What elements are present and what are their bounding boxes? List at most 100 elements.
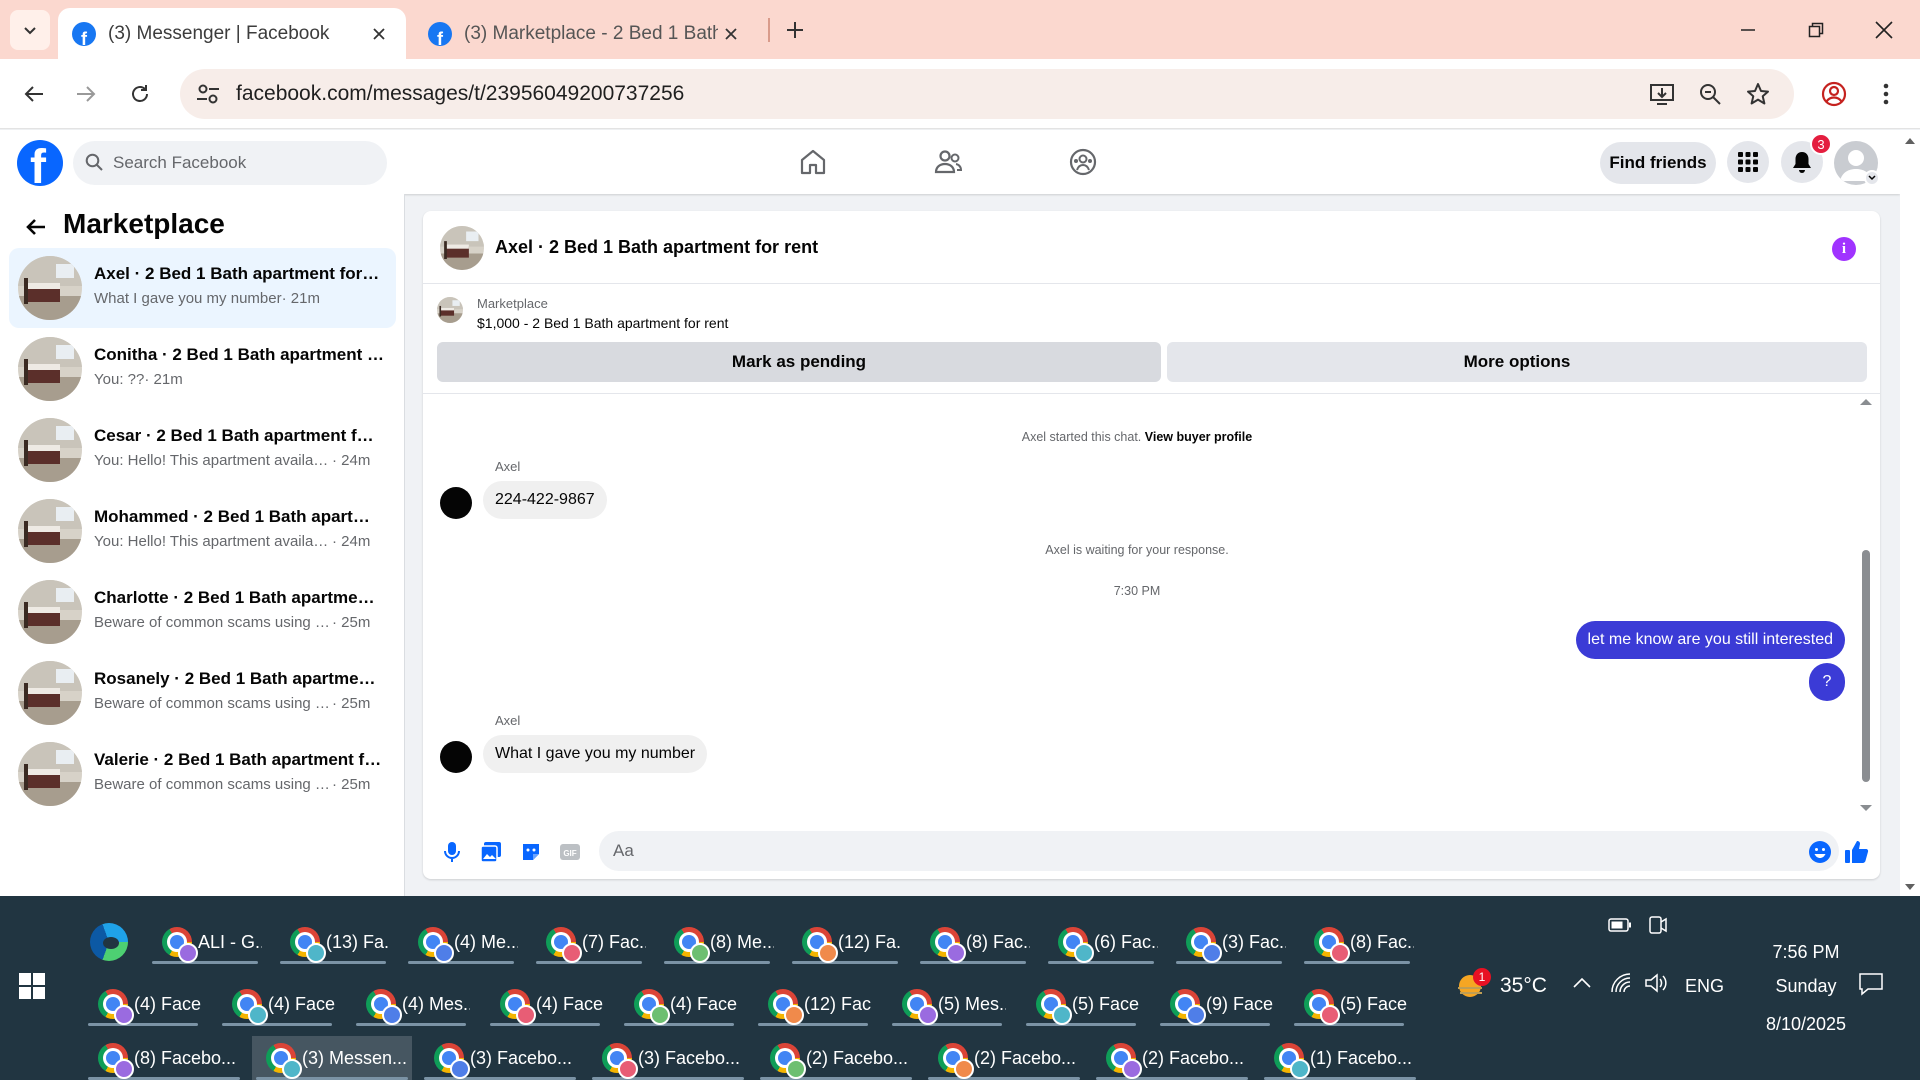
listing-small-thumbnail[interactable] — [437, 297, 463, 323]
close-tab-icon[interactable] — [718, 21, 744, 47]
info-icon[interactable]: i — [1832, 237, 1856, 261]
taskbar-chrome-window[interactable]: (5) Face... — [1290, 982, 1408, 1026]
taskbar-chrome-window[interactable]: (3) Fac... — [1172, 920, 1286, 964]
facebook-logo[interactable]: f — [17, 140, 63, 186]
conversation-item[interactable]: Rosanely · 2 Bed 1 Bath apartment for re… — [9, 653, 396, 733]
taskbar-chrome-window[interactable]: (7) Fac... — [532, 920, 646, 964]
conversation-item[interactable]: Mohammed · 2 Bed 1 Bath apartment for re… — [9, 491, 396, 571]
browser-menu-button[interactable] — [1866, 74, 1906, 114]
clock-date[interactable]: 8/10/2025 — [1736, 1014, 1876, 1035]
find-friends-button[interactable]: Find friends — [1600, 142, 1716, 184]
page-scrollbar[interactable] — [1900, 130, 1920, 896]
incoming-message[interactable]: 224-422-9867 — [483, 481, 607, 519]
like-thumb-icon[interactable] — [1844, 839, 1870, 865]
taskbar-chrome-window[interactable]: (4) Face... — [620, 982, 738, 1026]
forward-button[interactable] — [66, 74, 106, 114]
install-app-icon[interactable] — [1642, 74, 1682, 114]
taskbar-edge[interactable] — [84, 920, 134, 964]
taskbar-chrome-window[interactable]: (3) Facebo... — [420, 1036, 580, 1080]
taskbar-chrome-window[interactable]: (5) Face... — [1022, 982, 1140, 1026]
reload-button[interactable] — [120, 74, 160, 114]
taskbar-chrome-window[interactable]: (4) Face... — [486, 982, 604, 1026]
conversation-item[interactable]: Cesar · 2 Bed 1 Bath apartment for rent Y… — [9, 410, 396, 490]
conversation-item[interactable]: Axel · 2 Bed 1 Bath apartment for rent Wh… — [9, 248, 396, 328]
bookmark-star-icon[interactable] — [1738, 74, 1778, 114]
gif-icon[interactable]: GIF — [557, 839, 583, 865]
groups-nav-button[interactable] — [1061, 140, 1105, 184]
language-indicator[interactable]: ENG — [1685, 976, 1724, 997]
address-bar[interactable]: facebook.com/messages/t/2395604920073725… — [180, 69, 1794, 119]
photo-attach-icon[interactable] — [478, 839, 504, 865]
chrome-profile-button[interactable] — [1814, 74, 1854, 114]
taskbar-chrome-window[interactable]: (13) Fa... — [276, 920, 390, 964]
conversation-item[interactable]: Conitha · 2 Bed 1 Bath apartment for ren… — [9, 329, 396, 409]
chevron-up-icon[interactable] — [1572, 976, 1592, 990]
clock-day[interactable]: Sunday — [1746, 976, 1866, 997]
taskbar-chrome-window[interactable]: (1) Facebo... — [1260, 1036, 1420, 1080]
taskbar-chrome-window[interactable]: (5) Mes... — [888, 982, 1006, 1026]
battery-icon[interactable] — [1608, 918, 1632, 932]
taskbar-chrome-window[interactable]: (2) Facebo... — [1092, 1036, 1252, 1080]
taskbar-chrome-window[interactable]: (2) Facebo... — [924, 1036, 1084, 1080]
clock-time[interactable]: 7:56 PM — [1746, 942, 1866, 963]
chrome-icon — [930, 927, 966, 963]
taskbar-chrome-window[interactable]: (8) Fac... — [916, 920, 1030, 964]
back-arrow-button[interactable] — [20, 211, 52, 243]
taskbar-chrome-window[interactable]: (8) Facebo... — [84, 1036, 244, 1080]
zoom-icon[interactable] — [1690, 74, 1730, 114]
wifi-icon[interactable] — [1610, 972, 1634, 994]
incoming-message[interactable]: What I gave you my number — [483, 735, 708, 773]
message-input[interactable]: Aa — [599, 831, 1839, 871]
conversation-item[interactable]: Charlotte · 2 Bed 1 Bath apartment for r… — [9, 572, 396, 652]
taskbar-chrome-window[interactable]: (4) Face... — [218, 982, 336, 1026]
back-button[interactable] — [14, 74, 54, 114]
taskbar-chrome-window[interactable]: (4) Face... — [84, 982, 202, 1026]
taskbar-chrome-window[interactable]: (6) Fac... — [1044, 920, 1158, 964]
chat-title[interactable]: Axel · 2 Bed 1 Bath apartment for rent — [495, 237, 818, 258]
friends-nav-button[interactable] — [926, 140, 970, 184]
taskbar-chrome-window[interactable]: (8) Me... — [660, 920, 774, 964]
volume-icon[interactable] — [1644, 972, 1670, 994]
taskbar-chrome-window[interactable]: (2) Facebo... — [756, 1036, 916, 1080]
listing-thumbnail[interactable] — [440, 226, 484, 270]
taskbar-chrome-window[interactable]: (9) Face... — [1156, 982, 1274, 1026]
microphone-icon[interactable] — [439, 839, 465, 865]
chat-scrollbar[interactable] — [1859, 395, 1873, 815]
more-options-button[interactable]: More options — [1167, 342, 1867, 382]
menu-grid-button[interactable] — [1727, 141, 1769, 183]
notification-center-icon[interactable] — [1858, 972, 1884, 996]
meet-now-icon[interactable] — [1648, 915, 1668, 935]
taskbar-chrome-window[interactable]: (4) Mes... — [352, 982, 470, 1026]
sender-avatar[interactable] — [440, 487, 472, 519]
tab-marketplace[interactable]: f (3) Marketplace - 2 Bed 1 Bath a — [414, 8, 758, 59]
minimize-button[interactable] — [1714, 0, 1782, 59]
account-menu-chevron[interactable] — [1864, 170, 1880, 186]
close-window-button[interactable] — [1850, 0, 1918, 59]
listing-price[interactable]: $1,000 - 2 Bed 1 Bath apartment for rent — [477, 315, 728, 331]
emoji-icon[interactable] — [1807, 839, 1833, 865]
outgoing-message[interactable]: let me know are you still interested — [1575, 621, 1845, 659]
sender-avatar[interactable] — [440, 741, 472, 773]
sticker-icon[interactable] — [518, 839, 544, 865]
new-tab-button[interactable] — [775, 12, 815, 48]
conversation-item[interactable]: Valerie · 2 Bed 1 Bath apartment for ren… — [9, 734, 396, 814]
taskbar-chrome-window[interactable]: (4) Me... — [404, 920, 518, 964]
tab-search-button[interactable] — [10, 10, 50, 50]
outgoing-message[interactable]: ? — [1809, 663, 1845, 701]
view-buyer-profile-link[interactable]: View buyer profile — [1145, 430, 1252, 444]
close-tab-icon[interactable] — [366, 21, 392, 47]
taskbar-chrome-window[interactable]: (3) Messen... — [252, 1036, 412, 1080]
taskbar-chrome-window[interactable]: (12) Fac... — [754, 982, 872, 1026]
taskbar-chrome-window[interactable]: (12) Fa... — [788, 920, 902, 964]
taskbar-chrome-window[interactable]: (8) Fac... — [1300, 920, 1414, 964]
tab-messenger[interactable]: f (3) Messenger | Facebook — [58, 8, 406, 59]
search-input[interactable]: Search Facebook — [73, 141, 387, 185]
taskbar-chrome-window[interactable]: (3) Facebo... — [588, 1036, 748, 1080]
start-button[interactable] — [18, 972, 52, 1006]
mark-as-pending-button[interactable]: Mark as pending — [437, 342, 1161, 382]
taskbar-chrome-window[interactable]: ALI - G... — [148, 920, 262, 964]
restore-button[interactable] — [1782, 0, 1850, 59]
site-info-icon[interactable] — [194, 80, 222, 108]
home-nav-button[interactable] — [791, 140, 835, 184]
weather-temperature[interactable]: 35°C — [1500, 974, 1547, 998]
